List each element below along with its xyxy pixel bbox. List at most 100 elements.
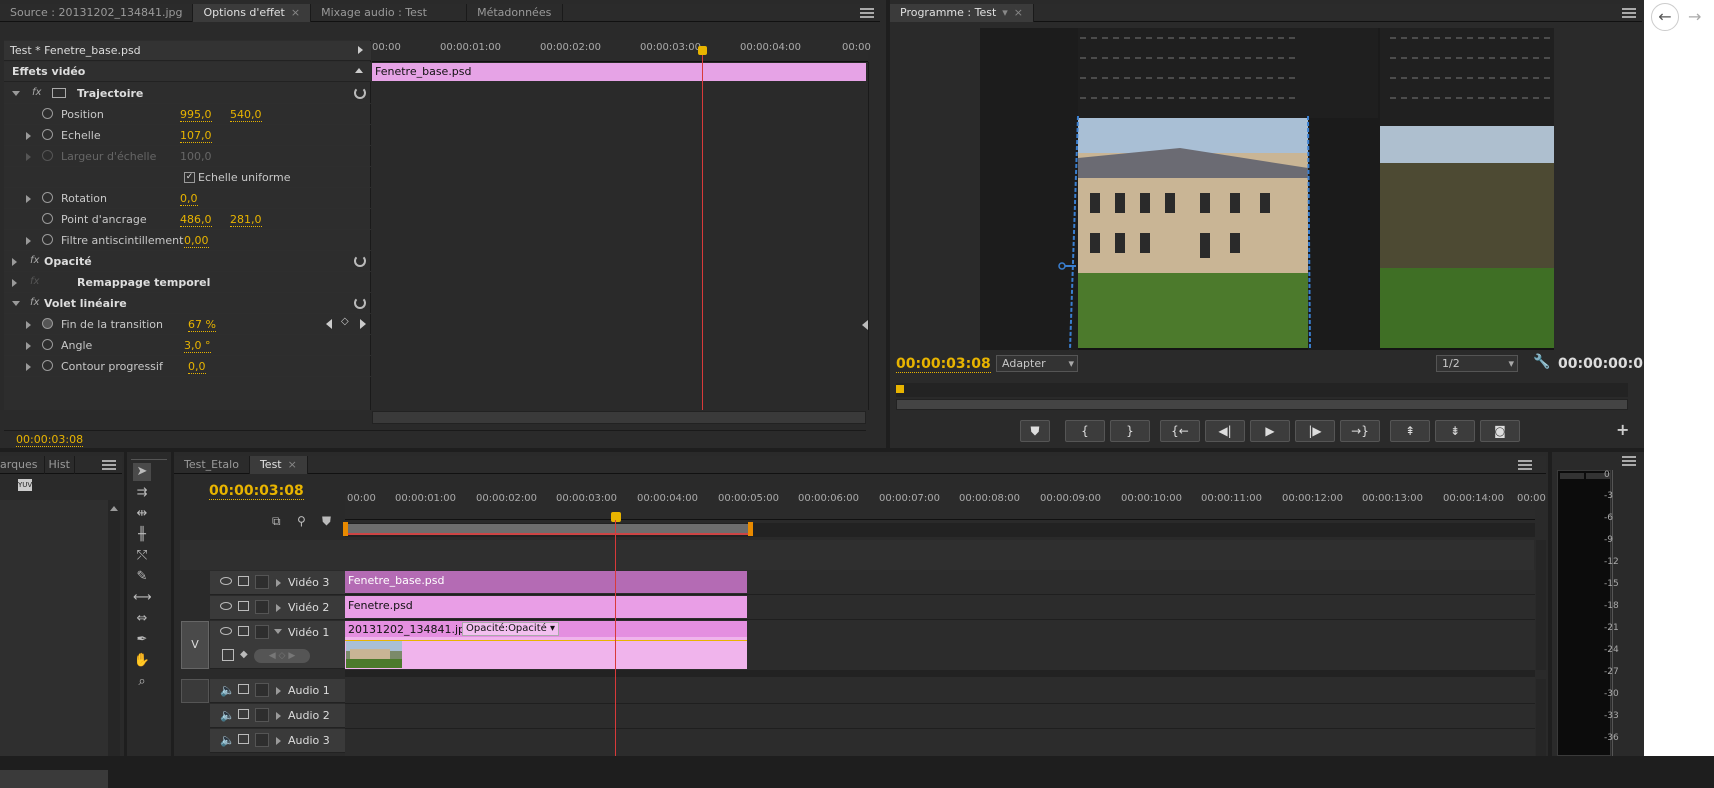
sync-lock-icon[interactable] — [238, 601, 249, 611]
twirl-icon[interactable] — [276, 687, 281, 695]
opacity-dropdown[interactable]: Opacité:Opacité ▾ — [462, 622, 559, 636]
program-video-frame[interactable] — [980, 28, 1554, 350]
clip-fenetre-base[interactable]: Fenetre_base.psd — [345, 571, 747, 593]
uniform-checkbox[interactable]: ✓ — [184, 172, 195, 183]
timeline-playhead-handle-icon[interactable] — [611, 512, 621, 522]
lift-button[interactable]: ⇞ — [1390, 420, 1430, 442]
stopwatch-icon[interactable] — [42, 339, 53, 350]
position-y[interactable]: 540,0 — [230, 108, 262, 122]
twirl-icon[interactable] — [276, 737, 281, 745]
track-lock-toggle[interactable] — [255, 683, 269, 697]
anchor-x[interactable]: 486,0 — [180, 213, 212, 227]
twirl-icon[interactable] — [12, 301, 20, 306]
tab-sequence-etalo[interactable]: Test_Etalo — [174, 456, 250, 474]
razor-tool-icon[interactable]: ✎ — [133, 568, 151, 586]
tab-source[interactable]: Source : 20131202_134841.jpg — [0, 4, 194, 22]
eye-icon[interactable] — [220, 602, 232, 610]
track-lock-toggle[interactable] — [255, 733, 269, 747]
twirl-icon[interactable] — [274, 629, 282, 634]
speaker-icon[interactable]: 🔈 — [220, 733, 235, 747]
selection-tool-icon[interactable]: ➤ — [133, 463, 151, 481]
track-lock-toggle[interactable] — [255, 625, 269, 639]
panel-menu-icon[interactable] — [1518, 460, 1532, 470]
close-icon[interactable]: × — [291, 6, 300, 19]
twirl-icon[interactable] — [26, 132, 31, 140]
reset-icon[interactable] — [354, 297, 366, 309]
eye-icon[interactable] — [220, 627, 232, 635]
twirl-icon[interactable] — [12, 279, 17, 287]
rolling-edit-tool-icon[interactable]: ╫ — [133, 526, 151, 544]
keyframe-toggle-icon[interactable]: ◆ — [240, 649, 248, 660]
effect-trajectoire[interactable]: fx Trajectoire — [4, 83, 371, 104]
sync-lock-icon[interactable] — [238, 684, 249, 694]
project-list[interactable] — [0, 500, 108, 788]
track-header-audio-2[interactable]: 🔈 Audio 2 — [210, 704, 345, 728]
work-area-in-handle[interactable] — [343, 522, 348, 536]
panel-menu-icon[interactable] — [102, 460, 116, 470]
settings-wrench-icon[interactable]: 🔧 — [1533, 354, 1550, 370]
twirl-icon[interactable] — [26, 237, 31, 245]
project-scrollbar[interactable] — [108, 500, 120, 756]
transition-value[interactable]: 67 % — [188, 318, 216, 332]
timeline-playhead[interactable] — [615, 520, 616, 756]
scale-value[interactable]: 107,0 — [180, 129, 212, 143]
export-frame-button[interactable]: ◙ — [1480, 420, 1520, 442]
stopwatch-icon[interactable] — [42, 234, 53, 245]
timeline-timecode[interactable]: 00:00:03:08 — [209, 483, 304, 500]
track-lock-toggle[interactable] — [255, 708, 269, 722]
back-arrow-icon[interactable]: ← — [1651, 3, 1679, 31]
position-x[interactable]: 995,0 — [180, 108, 212, 122]
panel-menu-icon[interactable] — [860, 8, 874, 18]
twirl-icon[interactable] — [26, 342, 31, 350]
next-keyframe-icon[interactable] — [360, 319, 366, 329]
add-keyframe-icon[interactable]: ◇ — [341, 316, 349, 327]
slip-tool-icon[interactable]: ⟷ — [133, 589, 152, 607]
forward-arrow-icon[interactable]: → — [1688, 3, 1710, 31]
hand-tool-icon[interactable]: ✋ — [133, 652, 151, 670]
feather-value[interactable]: 0,0 — [188, 360, 206, 374]
track-lock-toggle[interactable] — [255, 600, 269, 614]
audio-tracks-scrollbar[interactable] — [1536, 679, 1546, 756]
play-button[interactable]: ▶ — [1250, 420, 1290, 442]
list-item[interactable] — [0, 770, 108, 788]
work-area-out-handle[interactable] — [748, 522, 753, 536]
resolution-select[interactable]: 1/2 ▾ — [1436, 355, 1518, 372]
panel-menu-icon[interactable] — [1622, 8, 1636, 18]
eye-icon[interactable] — [220, 577, 232, 585]
playhead-handle-icon[interactable] — [698, 46, 707, 55]
opacity-rubberband[interactable] — [345, 640, 747, 641]
twirl-icon[interactable] — [12, 258, 17, 266]
step-forward-button[interactable]: |▶ — [1295, 420, 1335, 442]
anchor-y[interactable]: 281,0 — [230, 213, 262, 227]
stopwatch-icon[interactable] — [42, 108, 53, 119]
timeline-ruler[interactable]: 00:00 00:00:01:00 00:00:02:00 00:00:03:0… — [345, 490, 1546, 520]
reset-icon[interactable] — [354, 255, 366, 267]
track-header-audio-3[interactable]: 🔈 Audio 3 — [210, 729, 345, 753]
effect-v-scrollbar[interactable] — [868, 62, 880, 410]
work-area-bar[interactable] — [345, 524, 750, 535]
slide-tool-icon[interactable]: ⇔ — [133, 610, 151, 628]
track-header-video-3[interactable]: Vidéo 3 — [210, 571, 345, 595]
rotation-value[interactable]: 0,0 — [180, 192, 198, 206]
snap-icon[interactable]: ⧉ — [272, 514, 281, 529]
twirl-icon[interactable] — [26, 363, 31, 371]
effect-opacite[interactable]: fx Opacité — [4, 251, 371, 272]
angle-value[interactable]: 3,0 ° — [184, 339, 211, 353]
panel-menu-icon[interactable] — [1622, 456, 1636, 466]
ripple-edit-tool-icon[interactable]: ⇹ — [133, 505, 151, 523]
step-back-button[interactable]: ◀| — [1205, 420, 1245, 442]
effect-remap[interactable]: fx Remappage temporel — [4, 272, 371, 293]
expand-arrow-icon[interactable] — [358, 46, 363, 54]
pen-tool-icon[interactable]: ✒ — [133, 631, 151, 649]
fx-icon[interactable]: fx — [32, 87, 41, 98]
go-to-in-button[interactable]: {← — [1160, 420, 1200, 442]
fx-icon[interactable]: fx — [30, 297, 39, 308]
track-header-video-1[interactable]: Vidéo 1 ◆ ◀ ◇ ▶ — [210, 621, 345, 669]
twirl-icon[interactable] — [26, 321, 31, 329]
track-select-tool-icon[interactable]: ⇉ — [133, 484, 151, 502]
playhead-handle-icon[interactable] — [896, 385, 904, 393]
collapse-arrow-icon[interactable] — [355, 68, 363, 73]
twirl-icon[interactable] — [276, 579, 281, 587]
mark-in-button[interactable]: { — [1065, 420, 1105, 442]
program-time-ruler[interactable] — [896, 383, 1628, 397]
